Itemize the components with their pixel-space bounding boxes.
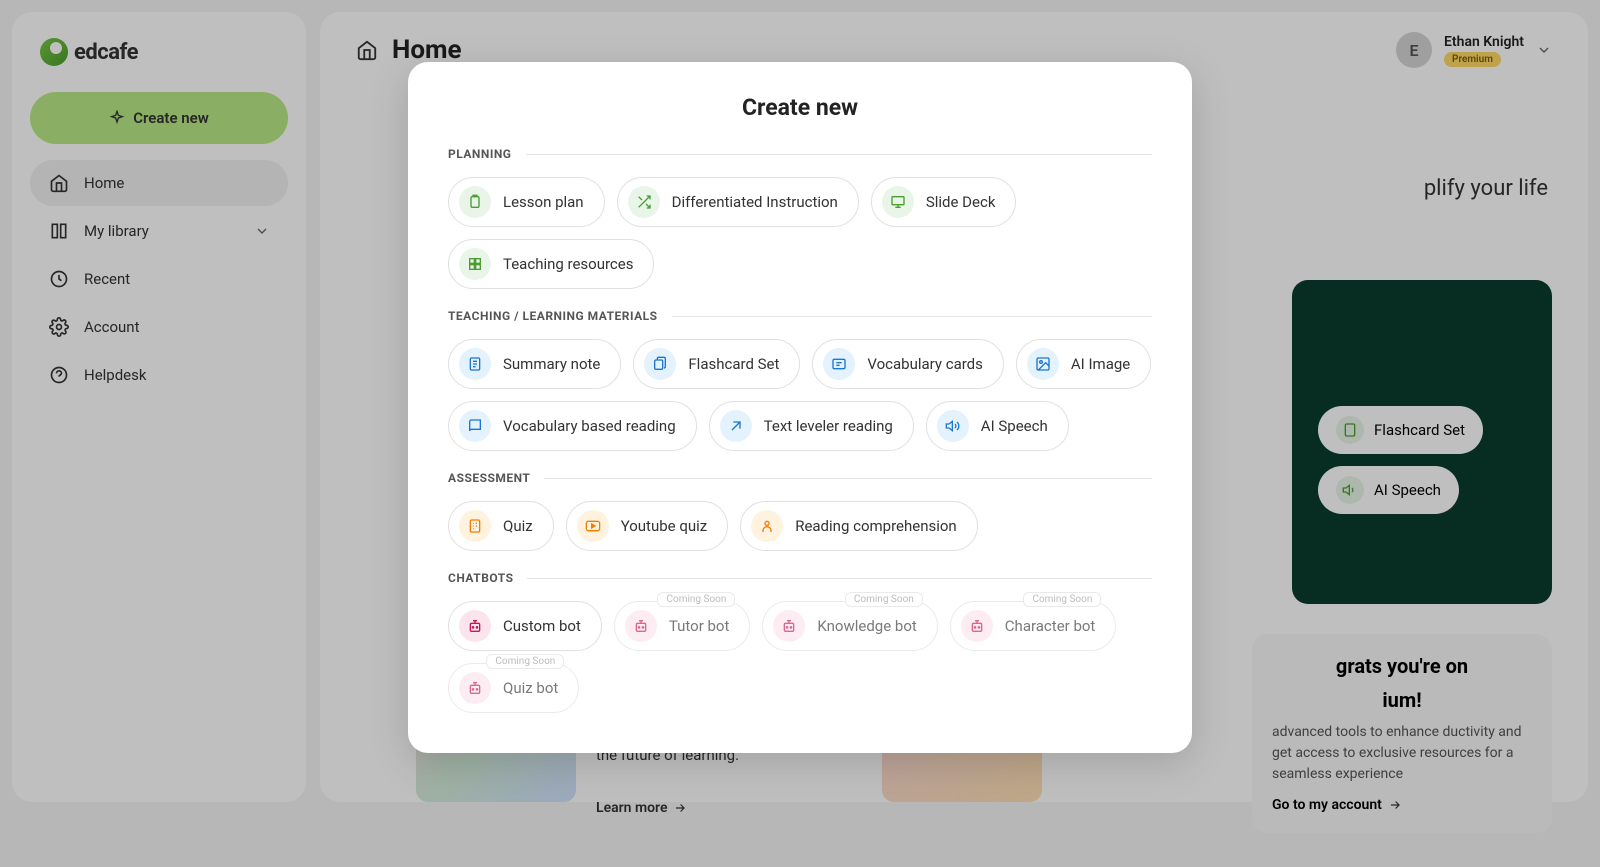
reading-icon	[751, 510, 783, 542]
options-row: Lesson plan Differentiated Instruction S…	[448, 177, 1152, 289]
option-ai-image[interactable]: AI Image	[1016, 339, 1151, 389]
option-slide-deck[interactable]: Slide Deck	[871, 177, 1017, 227]
shuffle-icon	[628, 186, 660, 218]
youtube-icon	[577, 510, 609, 542]
section-label: TEACHING / LEARNING MATERIALS	[448, 309, 658, 323]
section-header-teaching-learning-materials: TEACHING / LEARNING MATERIALS	[448, 309, 1152, 323]
option-label: Summary note	[503, 355, 600, 373]
option-vocabulary-based-reading[interactable]: Vocabulary based reading	[448, 401, 697, 451]
options-row: Quiz Youtube quiz Reading comprehension	[448, 501, 1152, 551]
section-header-assessment: ASSESSMENT	[448, 471, 1152, 485]
option-character-bot: Coming Soon Character bot	[950, 601, 1117, 651]
option-label: Character bot	[1005, 617, 1096, 635]
divider	[544, 478, 1152, 479]
divider	[672, 316, 1152, 317]
bot-icon	[773, 610, 805, 642]
section-header-planning: PLANNING	[448, 147, 1152, 161]
option-knowledge-bot: Coming Soon Knowledge bot	[762, 601, 937, 651]
options-row: Custom bot Coming Soon Tutor bot Coming …	[448, 601, 1152, 713]
option-label: Quiz bot	[503, 679, 558, 697]
divider	[527, 578, 1152, 579]
option-label: Vocabulary cards	[867, 355, 982, 373]
option-custom-bot[interactable]: Custom bot	[448, 601, 602, 651]
option-flashcard-set[interactable]: Flashcard Set	[633, 339, 800, 389]
option-youtube-quiz[interactable]: Youtube quiz	[566, 501, 729, 551]
option-label: Knowledge bot	[817, 617, 916, 635]
option-label: Quiz	[503, 517, 533, 535]
option-differentiated-instruction[interactable]: Differentiated Instruction	[617, 177, 859, 227]
coming-soon-badge: Coming Soon	[845, 592, 923, 607]
coming-soon-badge: Coming Soon	[1023, 592, 1101, 607]
option-label: AI Speech	[981, 417, 1048, 435]
presentation-icon	[882, 186, 914, 218]
quiz-icon	[459, 510, 491, 542]
option-label: Teaching resources	[503, 255, 633, 273]
option-label: Youtube quiz	[621, 517, 708, 535]
image-icon	[1027, 348, 1059, 380]
option-reading-comprehension[interactable]: Reading comprehension	[740, 501, 978, 551]
options-row: Summary note Flashcard Set Vocabulary ca…	[448, 339, 1152, 451]
option-label: Custom bot	[503, 617, 581, 635]
bot-icon	[459, 610, 491, 642]
option-label: AI Image	[1071, 355, 1130, 373]
option-label: Vocabulary based reading	[503, 417, 676, 435]
option-label: Differentiated Instruction	[672, 193, 838, 211]
option-label: Reading comprehension	[795, 517, 957, 535]
option-label: Flashcard Set	[688, 355, 779, 373]
option-ai-speech[interactable]: AI Speech	[926, 401, 1069, 451]
option-quiz-bot: Coming Soon Quiz bot	[448, 663, 579, 713]
option-lesson-plan[interactable]: Lesson plan	[448, 177, 605, 227]
option-quiz[interactable]: Quiz	[448, 501, 554, 551]
bot-icon	[961, 610, 993, 642]
book-icon	[459, 410, 491, 442]
section-label: CHATBOTS	[448, 571, 513, 585]
vocab-icon	[823, 348, 855, 380]
clipboard-icon	[459, 186, 491, 218]
level-icon	[720, 410, 752, 442]
divider	[526, 154, 1153, 155]
section-label: ASSESSMENT	[448, 471, 530, 485]
option-label: Lesson plan	[503, 193, 584, 211]
option-teaching-resources[interactable]: Teaching resources	[448, 239, 654, 289]
create-new-modal: Create new PLANNING Lesson plan Differen…	[408, 62, 1192, 753]
option-label: Slide Deck	[926, 193, 996, 211]
coming-soon-badge: Coming Soon	[486, 654, 564, 669]
option-label: Text leveler reading	[764, 417, 893, 435]
option-text-leveler-reading[interactable]: Text leveler reading	[709, 401, 914, 451]
note-icon	[459, 348, 491, 380]
resources-icon	[459, 248, 491, 280]
bot-icon	[459, 672, 491, 704]
option-tutor-bot: Coming Soon Tutor bot	[614, 601, 751, 651]
section-label: PLANNING	[448, 147, 512, 161]
option-summary-note[interactable]: Summary note	[448, 339, 621, 389]
speech-icon	[937, 410, 969, 442]
modal-title: Create new	[448, 94, 1152, 121]
cards-icon	[644, 348, 676, 380]
option-label: Tutor bot	[669, 617, 730, 635]
option-vocabulary-cards[interactable]: Vocabulary cards	[812, 339, 1003, 389]
bot-icon	[625, 610, 657, 642]
section-header-chatbots: CHATBOTS	[448, 571, 1152, 585]
coming-soon-badge: Coming Soon	[657, 592, 735, 607]
